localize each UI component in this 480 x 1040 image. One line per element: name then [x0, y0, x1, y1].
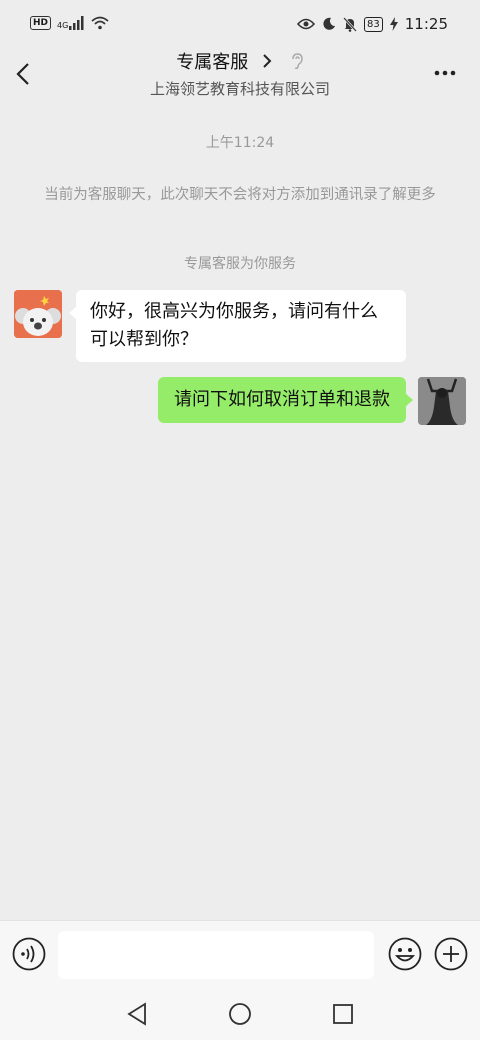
- chat-timestamp: 上午11:24: [205, 135, 275, 151]
- emoji-icon[interactable]: [388, 937, 422, 971]
- cellular-signal-icon: 4G: [57, 16, 85, 30]
- battery-icon: 83: [364, 16, 383, 32]
- my-message-bubble[interactable]: 请问下如何取消订单和退款: [158, 377, 413, 423]
- chevron-right-icon: [263, 54, 272, 68]
- plus-icon[interactable]: [434, 937, 468, 971]
- agent-avatar[interactable]: [14, 290, 62, 338]
- hd-badge: HD: [30, 16, 52, 30]
- page-title: 专属客服: [176, 52, 249, 73]
- title-row[interactable]: 专属客服: [0, 48, 480, 74]
- customer-service-notice[interactable]: 当前为客服聊天，此次聊天不会将对方添加到通讯录了解更多: [30, 184, 450, 206]
- nav-home-icon[interactable]: [228, 1002, 252, 1026]
- bell-off-icon: [343, 16, 357, 32]
- charging-icon: [389, 17, 398, 31]
- my-avatar[interactable]: [418, 377, 466, 425]
- service-intro: 专属客服为你服务: [184, 256, 296, 272]
- nav-recents-icon[interactable]: [332, 1002, 354, 1026]
- wifi-icon: [91, 16, 109, 30]
- company-name: 上海领艺教育科技有限公司: [149, 80, 330, 98]
- system-nav-bar: [0, 992, 480, 1040]
- input-bar: [0, 920, 480, 993]
- clock: 11:25: [404, 15, 448, 33]
- chat-header: 专属客服 上海领艺教育科技有限公司: [0, 44, 480, 104]
- more-icon[interactable]: [434, 70, 456, 76]
- nav-back-icon[interactable]: [126, 1002, 148, 1026]
- status-right: 83 11:25: [297, 15, 448, 33]
- voice-input-icon[interactable]: [12, 937, 46, 971]
- ear-icon: [291, 53, 303, 70]
- eye-icon: [297, 18, 316, 30]
- status-left: HD 4G: [30, 16, 109, 30]
- user-avatar-image: [418, 377, 466, 425]
- message-input[interactable]: [58, 931, 374, 979]
- koala-icon: [14, 290, 62, 338]
- network-label: 4G: [57, 21, 69, 30]
- moon-icon: [323, 17, 336, 30]
- agent-message-bubble[interactable]: 你好，很高兴为你服务，请问有什么可以帮到你？: [69, 290, 406, 362]
